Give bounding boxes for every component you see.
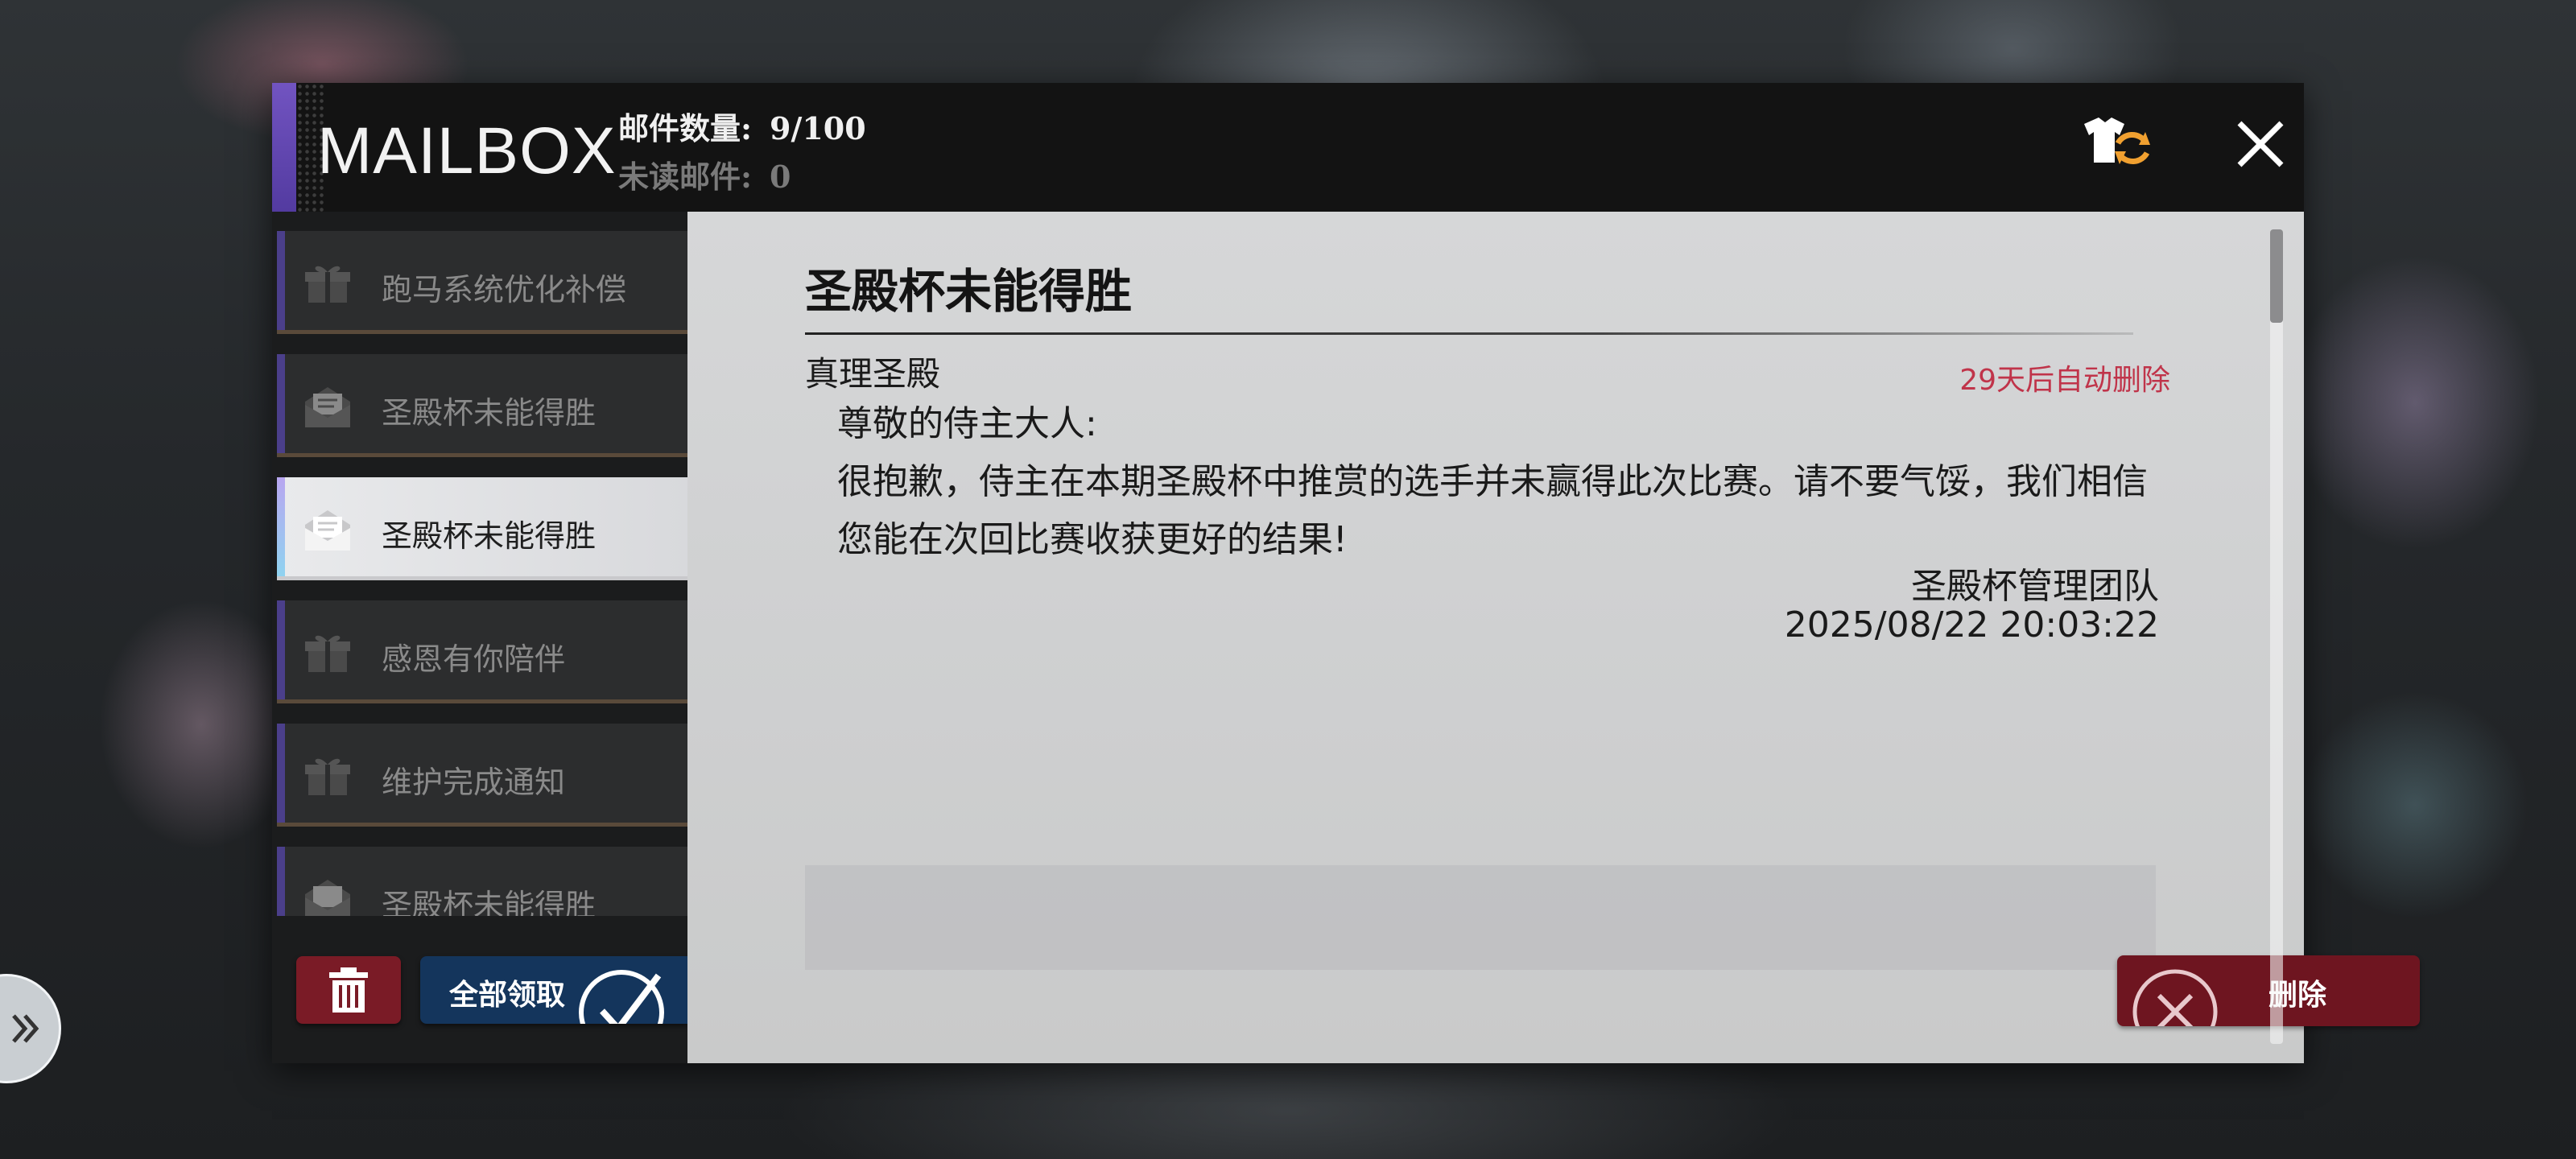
mail-count: 邮件数量: 9/100: [618, 104, 866, 148]
delete-all-button[interactable]: [296, 956, 401, 1024]
mailbox-window: MAILBOX 邮件数量: 9/100 未读邮件: 0 跑马系统优化补偿 圣殿杯…: [272, 83, 2420, 1063]
mail-body: 尊敬的侍主大人: 很抱歉，侍主在本期圣殿杯中推赏的选手并未赢得此次比赛。请不要气…: [837, 395, 2157, 569]
outfit-refresh-icon: [2084, 118, 2150, 165]
mail-list-item[interactable]: 感恩有你陪伴: [277, 600, 687, 703]
mail-sender: 真理圣殿: [805, 354, 941, 394]
mail-list-item[interactable]: 圣殿杯未能得胜: [277, 847, 687, 916]
mail-signature-block: 圣殿杯管理团队 2025/08/22 20:03:22: [1785, 567, 2159, 645]
mail-content-panel: 圣殿杯未能得胜 真理圣殿 29天后自动删除 尊敬的侍主大人: 很抱歉，侍主在本期…: [687, 212, 2420, 1063]
mail-title: 圣殿杯未能得胜: [805, 264, 1133, 319]
mail-list-item[interactable]: 跑马系统优化补偿: [277, 231, 687, 334]
checkmark-icon: [579, 970, 664, 1024]
item-accent-bar: [277, 724, 285, 823]
mail-item-label: 圣殿杯未能得胜: [382, 888, 597, 916]
mail-signature: 圣殿杯管理团队: [1911, 566, 2159, 607]
content-scrollbar[interactable]: [2270, 229, 2283, 1044]
delete-mail-button[interactable]: 删除: [2117, 955, 2420, 1026]
unread-value: 0: [770, 159, 791, 195]
unread-label: 未读邮件:: [618, 159, 753, 195]
mail-list-item[interactable]: 圣殿杯未能得胜: [277, 354, 687, 457]
double-chevron-right-icon: [12, 1014, 39, 1043]
open-envelope-icon: [299, 871, 356, 916]
mail-list-sidebar: 跑马系统优化补偿 圣殿杯未能得胜 圣殿杯未能得胜 感恩有你陪伴 维护完成通知 圣…: [272, 212, 687, 1063]
mail-count-label: 邮件数量:: [618, 110, 753, 146]
mailbox-header: MAILBOX 邮件数量: 9/100 未读邮件: 0: [272, 83, 2304, 212]
trash-icon: [329, 967, 368, 1013]
mail-list-item-selected[interactable]: 圣殿杯未能得胜: [277, 477, 687, 580]
mail-greeting: 尊敬的侍主大人:: [837, 403, 1097, 444]
gift-box-icon: [299, 748, 356, 804]
mail-item-label: 感恩有你陪伴: [382, 641, 566, 677]
close-icon: [2237, 121, 2284, 167]
gift-box-icon: [299, 255, 356, 311]
mail-body-text: 很抱歉，侍主在本期圣殿杯中推赏的选手并未赢得此次比赛。请不要气馁，我们相信您能在…: [837, 461, 2148, 560]
x-circle-icon: [2132, 969, 2218, 1026]
scrollbar-thumb[interactable]: [2270, 229, 2283, 323]
item-accent-bar: [277, 354, 285, 453]
outfit-refresh-button[interactable]: [2074, 101, 2162, 189]
mail-list-item[interactable]: 维护完成通知: [277, 724, 687, 827]
mail-item-label: 圣殿杯未能得胜: [382, 395, 597, 431]
item-accent-bar: [277, 477, 285, 576]
mail-count-value: 9/100: [770, 110, 866, 146]
header-accent-bar: [272, 83, 296, 212]
unread-count: 未读邮件: 0: [618, 152, 791, 196]
mail-item-label: 圣殿杯未能得胜: [382, 518, 597, 554]
close-button[interactable]: [2220, 104, 2301, 184]
claim-all-label: 全部领取: [449, 979, 566, 1012]
mail-timestamp: 2025/08/22 20:03:22: [1784, 604, 2159, 645]
gift-box-icon: [299, 625, 356, 681]
claim-all-button[interactable]: 全部领取: [420, 956, 687, 1024]
mail-item-label: 维护完成通知: [382, 765, 566, 800]
mailbox-title: MAILBOX: [317, 114, 617, 188]
item-accent-bar: [277, 231, 285, 330]
attachment-area: [805, 865, 2156, 970]
item-accent-bar: [277, 847, 285, 916]
title-divider: [805, 332, 2133, 335]
open-envelope-icon: [299, 501, 356, 558]
auto-delete-notice: 29天后自动删除: [1959, 364, 2170, 397]
item-accent-bar: [277, 600, 285, 699]
open-envelope-icon: [299, 378, 356, 435]
mail-item-label: 跑马系统优化补偿: [382, 272, 627, 307]
